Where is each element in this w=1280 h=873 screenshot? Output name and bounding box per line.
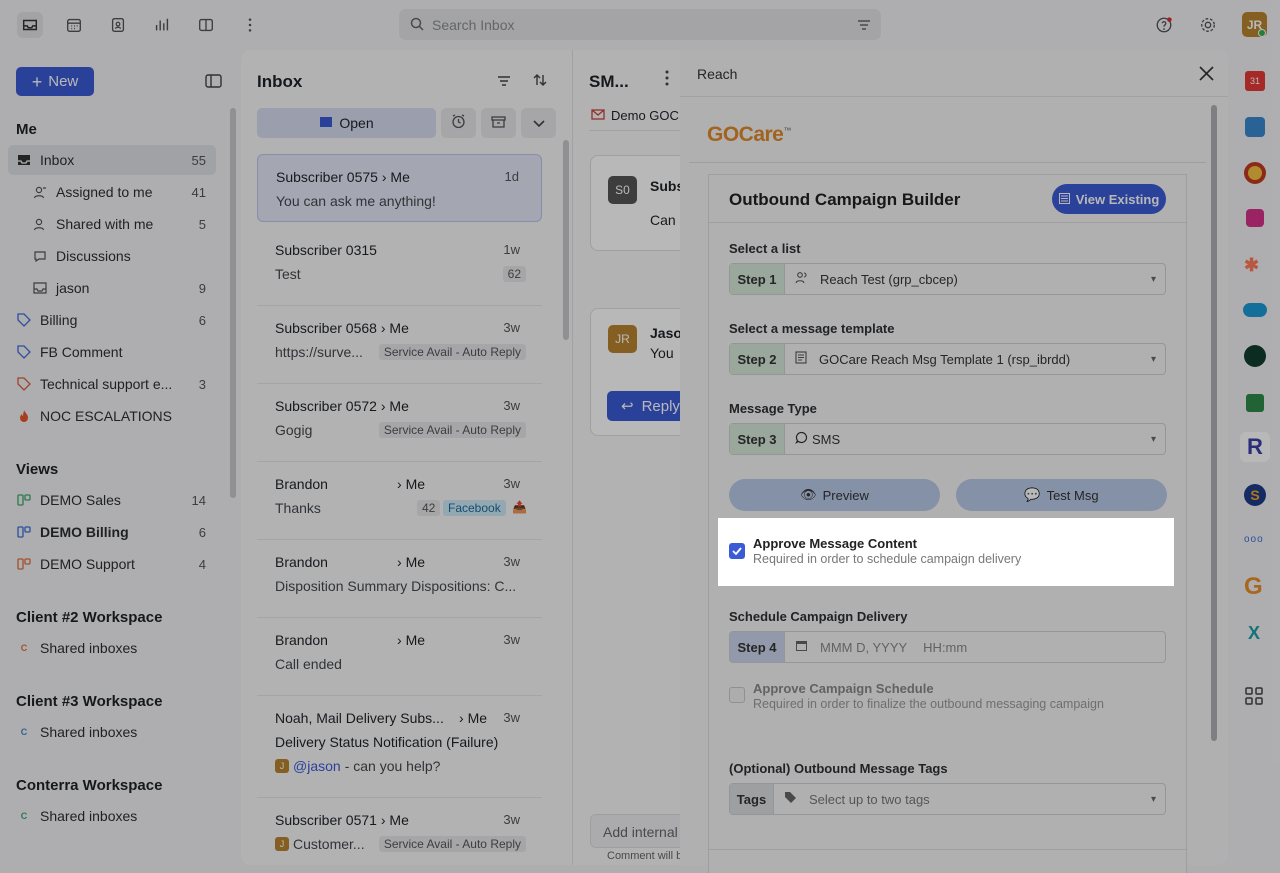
reach-header: Reach [680, 50, 1228, 97]
tags-badge: Tags [730, 784, 774, 814]
gocare-logo: GOCare™ [707, 123, 791, 146]
test-message-label: Test Msg [1046, 487, 1099, 503]
reach-title: Reach [697, 66, 738, 82]
schedule-label: Schedule Campaign Delivery [729, 609, 908, 624]
chevron-down-icon: ▾ [1150, 433, 1156, 445]
chevron-down-icon: ▾ [1150, 353, 1156, 365]
list-label: Select a list [729, 241, 801, 256]
calendar-icon [795, 639, 808, 655]
eye-icon: 👁 [800, 487, 817, 502]
approve-message-checkbox[interactable] [729, 543, 745, 559]
approve-message-content-box: Approve Message Content Required in orde… [718, 518, 1174, 586]
approve-message-subtitle: Required in order to schedule campaign d… [753, 552, 1022, 566]
close-icon[interactable] [1199, 66, 1214, 84]
time-placeholder: HH:mm [923, 639, 968, 655]
divider [709, 222, 1186, 223]
template-label: Select a message template [729, 321, 895, 336]
message-type-select[interactable]: Step 3 SMS ▾ [729, 423, 1166, 455]
builder-title: Outbound Campaign Builder [729, 190, 961, 209]
approve-schedule-title: Approve Campaign Schedule [753, 681, 934, 696]
template-select[interactable]: Step 2 GOCare Reach Msg Template 1 (rsp_i… [729, 343, 1166, 375]
preview-button[interactable]: 👁 Preview [729, 479, 940, 511]
document-icon [795, 351, 807, 367]
step-badge: Step 3 [730, 424, 785, 454]
test-message-button[interactable]: 💬 Test Msg [956, 479, 1167, 511]
list-select[interactable]: Step 1 Reach Test (grp_cbcep) ▾ [729, 263, 1166, 295]
approve-schedule-subtitle: Required in order to finalize the outbou… [753, 697, 1104, 711]
message-icon: 💬 [1024, 487, 1041, 502]
list-icon [1058, 192, 1070, 207]
chat-bubble-icon [795, 431, 808, 447]
reach-panel: Reach GOCare™ Outbound Campaign Builder … [680, 50, 1228, 873]
step-badge: Step 1 [730, 264, 785, 294]
template-value: GOCare Reach Msg Template 1 (rsp_ibrdd) [819, 351, 1071, 367]
chevron-down-icon: ▾ [1150, 793, 1156, 805]
message-type-value: SMS [812, 431, 841, 447]
message-type-label: Message Type [729, 401, 817, 416]
tags-label: (Optional) Outbound Message Tags [729, 761, 948, 776]
brand-header: GOCare™ [689, 105, 1206, 163]
view-existing-label: View Existing [1075, 191, 1160, 207]
preview-label: Preview [822, 487, 869, 503]
list-value: Reach Test (grp_cbcep) [820, 271, 958, 287]
step-badge: Step 2 [730, 344, 785, 374]
step-badge: Step 4 [730, 632, 785, 662]
schedule-datetime-input[interactable]: Step 4 MMM D, YYYY HH:mm [729, 631, 1166, 663]
approve-schedule-checkbox[interactable] [729, 687, 745, 703]
chevron-down-icon: ▾ [1150, 273, 1156, 285]
date-placeholder: MMM D, YYYY [820, 639, 908, 655]
tags-placeholder: Select up to two tags [809, 791, 930, 807]
tags-select[interactable]: Tags Select up to two tags ▾ [729, 783, 1166, 815]
users-icon [795, 271, 808, 287]
tag-icon [784, 791, 797, 807]
reach-scrollbar[interactable] [1211, 105, 1217, 741]
divider [709, 849, 1186, 850]
view-existing-button[interactable]: View Existing [1052, 184, 1166, 214]
approve-message-title: Approve Message Content [753, 536, 917, 551]
